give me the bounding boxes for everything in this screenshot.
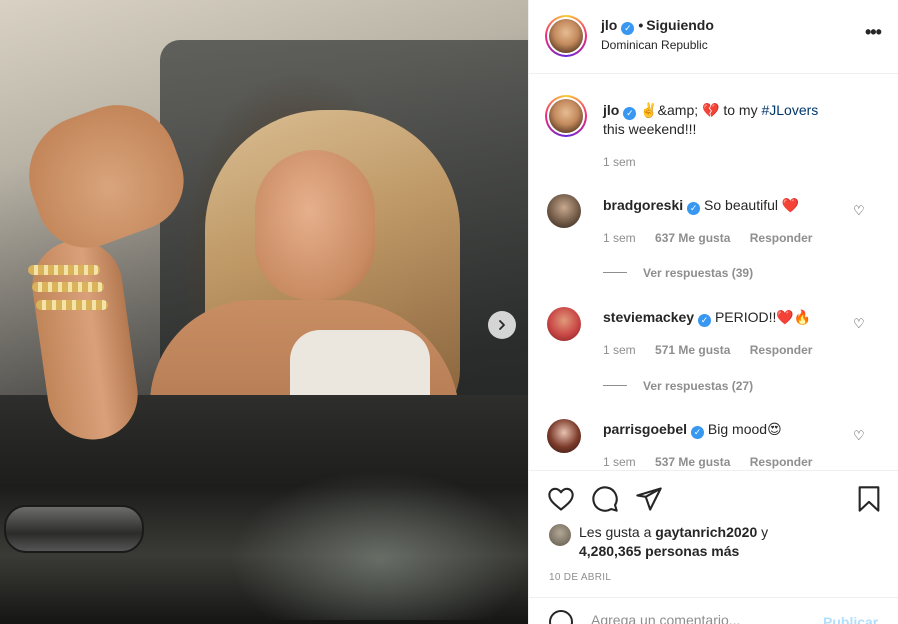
- comment-body: So beautiful ❤️: [704, 197, 800, 213]
- comment-text: steviemackey ✓ PERIOD!!❤️🔥: [603, 309, 811, 327]
- view-replies-label: Ver respuestas (39): [643, 266, 754, 280]
- hashtag-link[interactable]: #JLovers: [761, 102, 818, 118]
- author-username[interactable]: jlo: [601, 17, 617, 33]
- verified-badge-icon: ✓: [621, 22, 635, 35]
- comment-meta: 1 sem 637 Me gusta Responder: [603, 231, 812, 245]
- comment-avatar[interactable]: [547, 194, 581, 228]
- likes-count[interactable]: 4,280,365 personas más: [579, 543, 739, 559]
- bookmark-icon[interactable]: [855, 485, 883, 513]
- comment-icon[interactable]: [591, 485, 619, 513]
- comment-avatar[interactable]: [547, 307, 581, 341]
- caption-text-post: this weekend!!!: [603, 121, 697, 137]
- replies-divider: [603, 385, 627, 386]
- comment-input[interactable]: [591, 612, 811, 624]
- view-replies-label: Ver respuestas (27): [643, 379, 754, 393]
- caption-time[interactable]: 1 sem: [603, 155, 636, 169]
- comment-like-icon[interactable]: ♡: [853, 203, 865, 219]
- bracelet: [36, 300, 108, 310]
- verified-badge-icon: ✓: [698, 314, 712, 327]
- bracelet: [28, 265, 100, 275]
- caption-text-pre: to my: [719, 102, 762, 118]
- likes-prefix: Les gusta a: [579, 524, 656, 540]
- comment-time[interactable]: 1 sem: [603, 455, 636, 469]
- verified-badge-icon: ✓: [623, 107, 637, 120]
- likes-summary: Les gusta a gaytanrich2020 y: [579, 524, 768, 540]
- verified-badge-icon: ✓: [691, 426, 705, 439]
- photo-face: [255, 150, 375, 300]
- door-handle: [4, 505, 144, 553]
- emoji-icon[interactable]: [549, 610, 573, 624]
- comment-like-icon[interactable]: ♡: [853, 428, 865, 444]
- liker-avatar[interactable]: [549, 524, 571, 546]
- view-replies-button[interactable]: Ver respuestas (39): [603, 266, 753, 280]
- replies-divider: [603, 272, 627, 273]
- post-photo[interactable]: [0, 0, 528, 624]
- more-options-icon[interactable]: •••: [865, 22, 882, 43]
- comment-body: Big mood😍: [707, 421, 782, 437]
- bracelet: [32, 282, 104, 292]
- comment-likes[interactable]: 637 Me gusta: [655, 231, 730, 245]
- caption-emoji: ✌️&amp; 💔: [640, 102, 720, 118]
- comment-meta: 1 sem 571 Me gusta Responder: [603, 343, 812, 357]
- caption-username[interactable]: jlo: [603, 102, 619, 118]
- next-photo-button[interactable]: [488, 311, 516, 339]
- post-header: jlo ✓ • Siguiendo Dominican Republic •••: [529, 0, 898, 74]
- comment-username[interactable]: bradgoreski: [603, 197, 683, 213]
- post-panel: jlo ✓ • Siguiendo Dominican Republic ••• jl…: [528, 0, 898, 624]
- dot-separator: •: [638, 17, 644, 33]
- comment-likes[interactable]: 537 Me gusta: [655, 455, 730, 469]
- car-reflection: [230, 470, 528, 620]
- reply-button[interactable]: Responder: [750, 231, 813, 245]
- comment-meta: 1 sem 537 Me gusta Responder: [603, 455, 812, 469]
- reply-button[interactable]: Responder: [750, 343, 813, 357]
- share-icon[interactable]: [635, 485, 663, 513]
- comment-text: parrisgoebel ✓ Big mood😍: [603, 421, 782, 439]
- caption-avatar[interactable]: [545, 95, 587, 137]
- following-button[interactable]: Siguiendo: [646, 17, 714, 33]
- comment-text: bradgoreski ✓ So beautiful ❤️: [603, 197, 799, 215]
- view-replies-button[interactable]: Ver respuestas (27): [603, 379, 753, 393]
- author-line: jlo ✓ • Siguiendo: [601, 17, 714, 35]
- comment-avatar[interactable]: [547, 419, 581, 453]
- add-comment-bar: Publicar: [529, 597, 898, 624]
- author-avatar[interactable]: [545, 15, 587, 57]
- heart-icon[interactable]: [547, 485, 575, 513]
- liker-username[interactable]: gaytanrich2020: [655, 524, 757, 540]
- location-link[interactable]: Dominican Republic: [601, 38, 708, 52]
- chevron-right-icon: [499, 320, 505, 330]
- comment-time[interactable]: 1 sem: [603, 231, 636, 245]
- comment-username[interactable]: parrisgoebel: [603, 421, 687, 437]
- caption-text: jlo ✓ ✌️&amp; 💔 to my #JLovers this weeke…: [603, 101, 843, 138]
- comment-body: PERIOD!!❤️🔥: [714, 309, 812, 325]
- comment-username[interactable]: steviemackey: [603, 309, 694, 325]
- publish-button[interactable]: Publicar: [823, 614, 878, 624]
- comment-time[interactable]: 1 sem: [603, 343, 636, 357]
- post-actions: Les gusta a gaytanrich2020 y 4,280,365 p…: [529, 470, 898, 624]
- post-date[interactable]: 10 DE ABRIL: [549, 572, 611, 583]
- comment-likes[interactable]: 571 Me gusta: [655, 343, 730, 357]
- comments-list: jlo ✓ ✌️&amp; 💔 to my #JLovers this weeke…: [529, 75, 898, 470]
- likes-suffix: y: [757, 524, 769, 540]
- verified-badge-icon: ✓: [687, 202, 701, 215]
- comment-like-icon[interactable]: ♡: [853, 316, 865, 332]
- reply-button[interactable]: Responder: [750, 455, 813, 469]
